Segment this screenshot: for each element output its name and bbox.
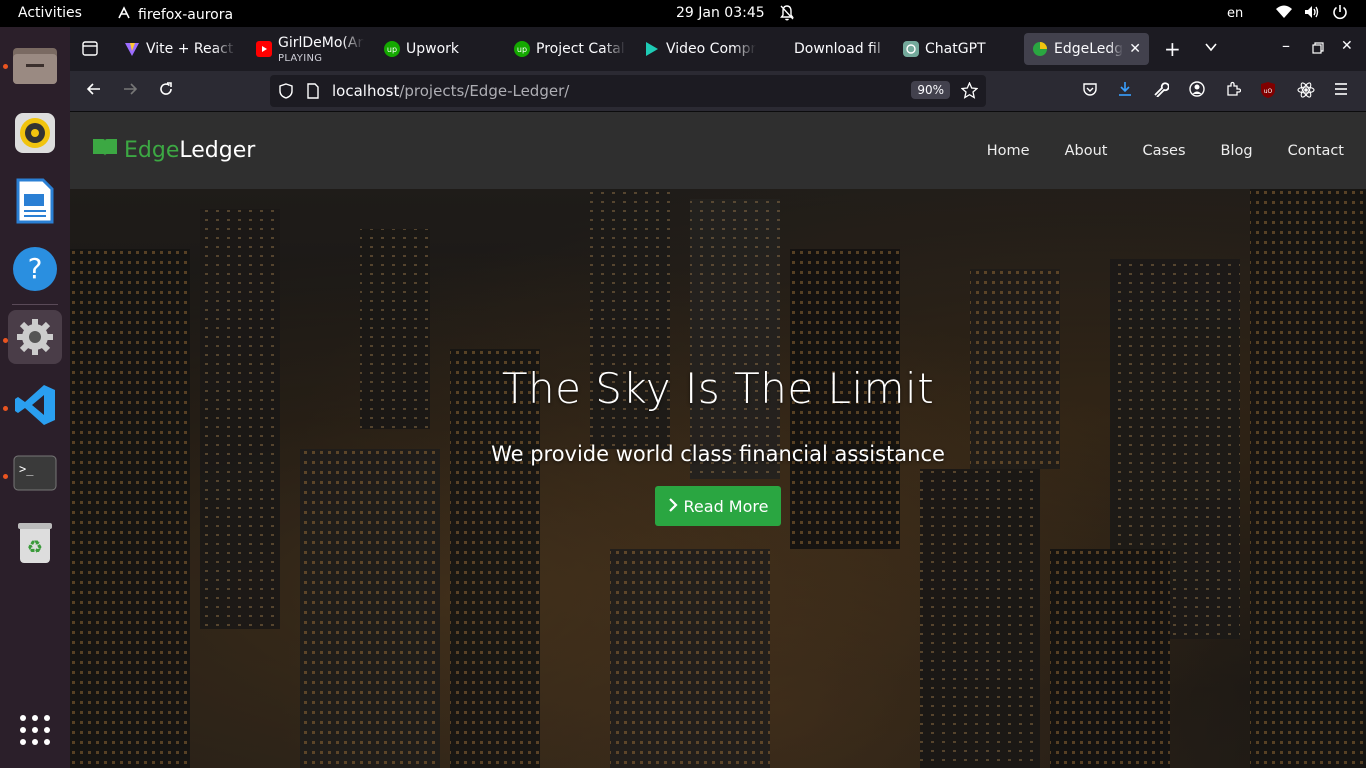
youtube-icon bbox=[256, 41, 272, 57]
upwork-icon: up bbox=[384, 41, 400, 57]
tab-bar: Vite + React GirlDeMo(An PLAYING up Upwo… bbox=[70, 27, 1366, 71]
power-icon bbox=[1331, 3, 1349, 21]
minimize-icon[interactable]: – bbox=[1282, 36, 1290, 55]
nav-about[interactable]: About bbox=[1065, 143, 1108, 159]
url-text[interactable]: localhost/projects/Edge-Ledger/ bbox=[332, 82, 569, 100]
tab-edgeledger[interactable]: EdgeLedge ✕ bbox=[1024, 33, 1149, 65]
tab-chatgpt[interactable]: ChatGPT bbox=[903, 33, 1015, 65]
shield-icon[interactable] bbox=[278, 83, 294, 103]
url-host: localhost bbox=[332, 82, 400, 100]
back-icon[interactable] bbox=[86, 81, 102, 102]
close-window-icon[interactable]: ✕ bbox=[1341, 38, 1353, 54]
read-more-button[interactable]: Read More bbox=[655, 486, 781, 526]
wrench-icon[interactable] bbox=[1153, 81, 1170, 102]
forward-icon[interactable] bbox=[122, 81, 138, 102]
maximize-icon[interactable] bbox=[1312, 39, 1324, 58]
files-icon[interactable] bbox=[8, 38, 62, 92]
downloads-icon[interactable] bbox=[1117, 81, 1133, 102]
book-icon bbox=[92, 137, 118, 163]
hero-title: The Sky Is The Limit bbox=[501, 364, 935, 413]
edgeledger-icon bbox=[1032, 41, 1048, 57]
nav-blog[interactable]: Blog bbox=[1221, 143, 1253, 159]
vite-icon bbox=[124, 41, 140, 57]
dock: ? >_ ♻ bbox=[0, 27, 70, 768]
brand-edge: Edge bbox=[124, 137, 180, 163]
nav-contact[interactable]: Contact bbox=[1288, 143, 1344, 159]
bookmark-star-icon[interactable] bbox=[960, 81, 979, 103]
account-icon[interactable] bbox=[1189, 81, 1205, 102]
reload-icon[interactable] bbox=[158, 81, 174, 102]
tab-manager-icon[interactable] bbox=[81, 39, 99, 61]
svg-text:>_: >_ bbox=[19, 462, 34, 476]
url-bar[interactable]: localhost/projects/Edge-Ledger/ 90% bbox=[270, 75, 986, 107]
settings-icon[interactable] bbox=[8, 310, 62, 364]
vscode-icon[interactable] bbox=[8, 378, 62, 432]
tab-playing-label: PLAYING bbox=[278, 53, 323, 64]
web-page: EdgeLedger Home About Cases Blog Contact bbox=[70, 112, 1366, 768]
svg-text:?: ? bbox=[28, 252, 43, 285]
app-menu[interactable]: firefox-aurora bbox=[116, 5, 233, 25]
svg-text:uO: uO bbox=[1264, 88, 1273, 95]
volume-icon bbox=[1303, 3, 1321, 21]
page-icon[interactable] bbox=[306, 83, 320, 103]
brand-logo[interactable]: EdgeLedger bbox=[92, 137, 255, 163]
brand-ledger: Ledger bbox=[179, 137, 256, 163]
terminal-icon[interactable]: >_ bbox=[8, 446, 62, 500]
keyboard-language[interactable]: en bbox=[1227, 6, 1243, 21]
svg-text:♻: ♻ bbox=[27, 537, 43, 558]
tab-download-file[interactable]: Download fil bbox=[794, 33, 890, 65]
trash-icon[interactable]: ♻ bbox=[8, 516, 62, 570]
extensions-icon[interactable] bbox=[1225, 81, 1242, 102]
rhythmbox-icon[interactable] bbox=[8, 106, 62, 160]
upwork-icon: up bbox=[514, 41, 530, 57]
new-tab-icon[interactable]: + bbox=[1164, 37, 1181, 61]
tab-video-compressor[interactable]: Video Compr bbox=[644, 33, 756, 65]
tab-vite-react[interactable]: Vite + React bbox=[124, 33, 236, 65]
nav-home[interactable]: Home bbox=[987, 143, 1030, 159]
react-devtools-icon[interactable] bbox=[1297, 81, 1315, 104]
tab-label: ChatGPT bbox=[925, 41, 986, 57]
hero-subtitle: We provide world class financial assista… bbox=[491, 442, 945, 466]
read-more-label: Read More bbox=[683, 496, 769, 516]
chatgpt-icon bbox=[903, 41, 919, 57]
menu-icon[interactable] bbox=[1333, 81, 1349, 102]
pocket-icon[interactable] bbox=[1082, 81, 1098, 102]
tab-label: Project Catal bbox=[536, 41, 625, 57]
activities-button[interactable]: Activities bbox=[18, 5, 82, 21]
chevron-down-icon[interactable] bbox=[1204, 39, 1218, 58]
tab-label: Download fil bbox=[794, 41, 881, 57]
site-navbar: EdgeLedger Home About Cases Blog Contact bbox=[70, 112, 1366, 189]
libreoffice-writer-icon[interactable] bbox=[8, 174, 62, 228]
main-menu: Home About Cases Blog Contact bbox=[987, 143, 1344, 159]
tab-label: Upwork bbox=[406, 41, 460, 57]
show-apps-icon[interactable] bbox=[8, 703, 62, 757]
tab-label: EdgeLedge bbox=[1054, 41, 1124, 57]
hero-section: The Sky Is The Limit We provide world cl… bbox=[70, 189, 1366, 768]
system-top-bar: Activities firefox-aurora 29 Jan 03:45 e… bbox=[0, 0, 1366, 27]
system-status-area[interactable] bbox=[1275, 3, 1349, 21]
play-icon bbox=[644, 41, 660, 57]
wifi-icon bbox=[1275, 3, 1293, 21]
tab-project-catalog[interactable]: up Project Catal bbox=[514, 33, 626, 65]
tab-label: Vite + React bbox=[146, 41, 234, 57]
app-icon bbox=[116, 5, 132, 25]
clock[interactable]: 29 Jan 03:45 bbox=[676, 5, 765, 21]
app-name: firefox-aurora bbox=[138, 7, 234, 23]
tab-upwork[interactable]: up Upwork bbox=[384, 33, 496, 65]
nav-cases[interactable]: Cases bbox=[1142, 143, 1185, 159]
ublock-icon[interactable]: uO bbox=[1260, 81, 1276, 104]
tab-label: GirlDeMo(An bbox=[278, 35, 364, 51]
zoom-level-badge[interactable]: 90% bbox=[911, 81, 950, 99]
tab-girldemo[interactable]: GirlDeMo(An PLAYING bbox=[256, 33, 364, 65]
hero-content: The Sky Is The Limit We provide world cl… bbox=[70, 189, 1366, 768]
navigation-toolbar: localhost/projects/Edge-Ledger/ 90% uO bbox=[70, 71, 1366, 112]
help-icon[interactable]: ? bbox=[8, 242, 62, 296]
chevron-right-icon bbox=[668, 497, 678, 516]
close-tab-icon[interactable]: ✕ bbox=[1129, 41, 1141, 57]
url-path: /projects/Edge-Ledger/ bbox=[399, 82, 570, 100]
tab-label: Video Compr bbox=[666, 41, 756, 57]
notification-bell-icon bbox=[779, 4, 795, 26]
dock-separator bbox=[12, 304, 58, 305]
